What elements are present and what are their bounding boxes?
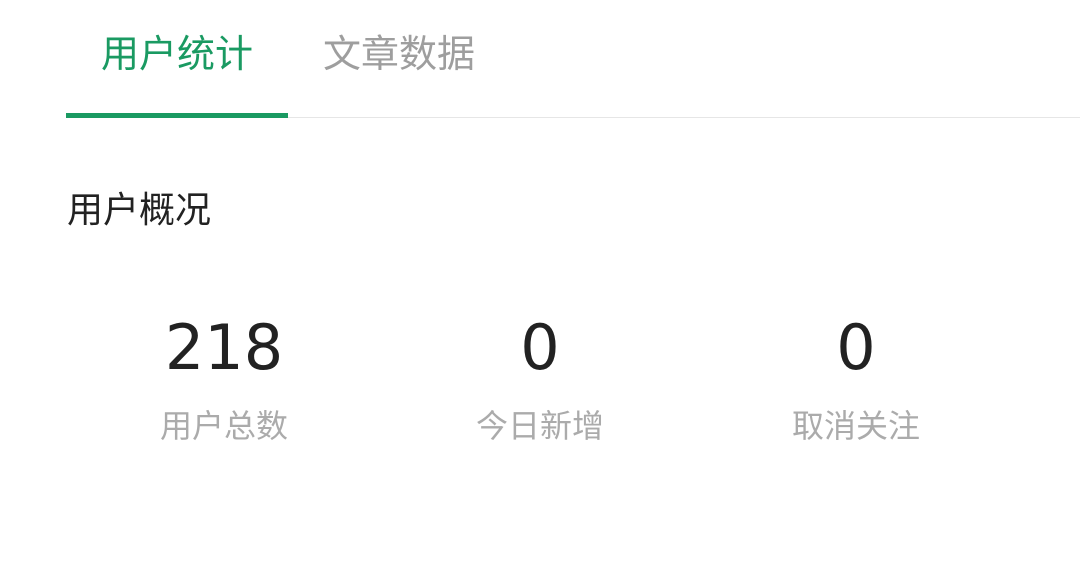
tab-user-statistics[interactable]: 用户统计	[66, 0, 288, 118]
stat-unfollowed: 0 取消关注	[698, 310, 1014, 448]
stat-total-users: 218 用户总数	[66, 310, 382, 448]
active-tab-indicator	[66, 113, 288, 118]
stat-new-today-label: 今日新增	[475, 407, 604, 445]
tab-user-statistics-label: 用户统计	[100, 32, 253, 76]
stat-unfollowed-value: 0	[836, 311, 876, 384]
stat-new-today: 0 今日新增	[382, 310, 698, 448]
stat-unfollowed-label: 取消关注	[791, 407, 920, 445]
tab-article-data-label: 文章数据	[322, 32, 475, 76]
stat-total-users-value: 218	[164, 311, 284, 384]
tab-article-data[interactable]: 文章数据	[288, 0, 510, 117]
tab-bar: 用户统计 文章数据	[66, 0, 1080, 118]
stat-new-today-value: 0	[520, 311, 560, 384]
section-title-user-overview: 用户概况	[67, 190, 212, 231]
stats-row: 218 用户总数 0 今日新增 0 取消关注	[66, 310, 1014, 448]
stat-total-users-label: 用户总数	[159, 407, 288, 445]
